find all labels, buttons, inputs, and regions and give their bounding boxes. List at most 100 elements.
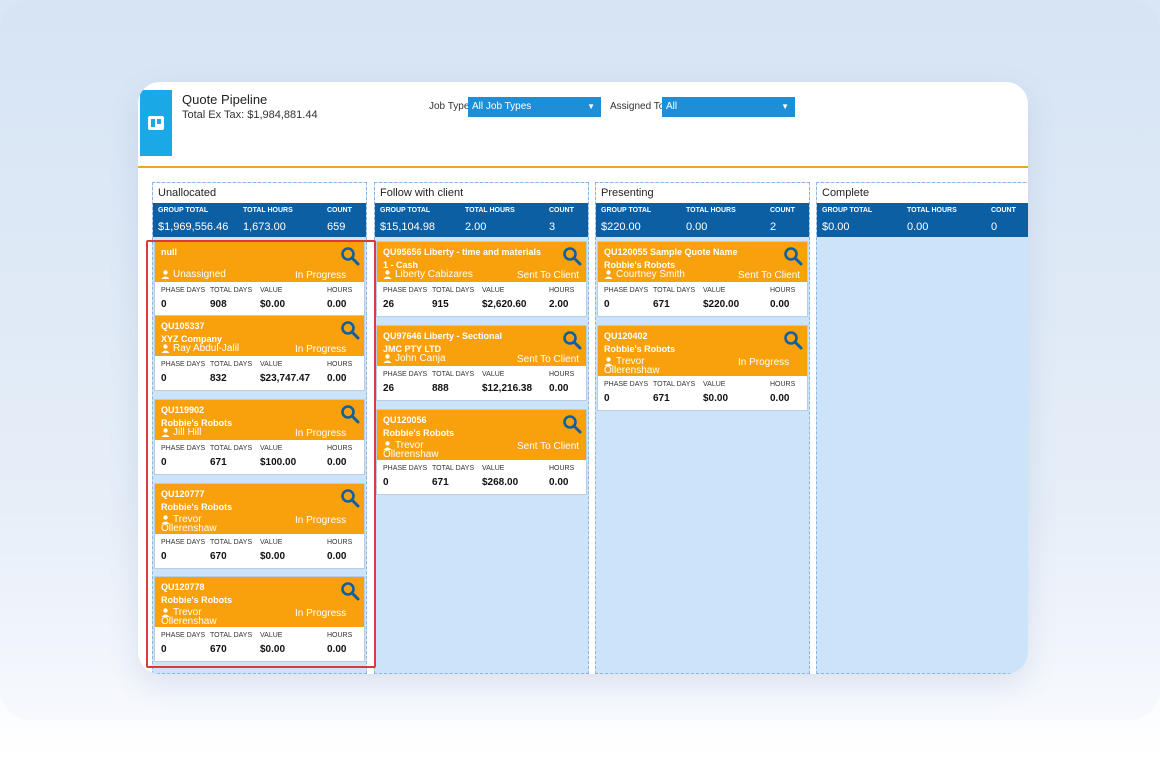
value-label: VALUE bbox=[703, 381, 726, 388]
quote-card[interactable]: QU97646 Liberty - Sectional JMC PTY LTD Jo… bbox=[376, 325, 587, 401]
hours-label: HOURS bbox=[549, 371, 575, 378]
card-header: QU120056 Robbie's Robots Trevor Ollerenshaw… bbox=[377, 410, 586, 460]
hours-label: HOURS bbox=[549, 287, 575, 294]
quote-title: QU120402 bbox=[604, 331, 648, 341]
hours-label: HOURS bbox=[549, 465, 575, 472]
total-hours-value: 2.00 bbox=[465, 221, 487, 233]
job-type-select[interactable]: All Job Types ▼ bbox=[468, 97, 601, 117]
job-type-label: Job Type bbox=[429, 101, 470, 112]
phase-days-label: PHASE DAYS bbox=[383, 287, 428, 294]
count-value: 0 bbox=[991, 221, 998, 233]
column-title: Follow with client bbox=[375, 183, 588, 203]
value-value: $2,620.60 bbox=[482, 299, 527, 310]
value-label: VALUE bbox=[482, 371, 505, 378]
assigned-to-select[interactable]: All ▼ bbox=[662, 97, 795, 117]
card-header: QU120055 Sample Quote Name Robbie's Robot… bbox=[598, 242, 807, 282]
assignee-name: John Canja bbox=[395, 353, 446, 364]
assignee-surname: Ollerenshaw bbox=[604, 365, 660, 376]
group-total-label: GROUP TOTAL bbox=[601, 207, 652, 214]
total-days-value: 671 bbox=[653, 393, 670, 404]
magnifier-icon[interactable] bbox=[562, 246, 582, 266]
magnifier-icon[interactable] bbox=[562, 330, 582, 350]
hours-value: 0.00 bbox=[770, 393, 790, 404]
card-metrics: PHASE DAYS 0 TOTAL DAYS 671 VALUE $268.00 HOUR… bbox=[377, 460, 586, 494]
column-stats: GROUP TOTAL TOTAL HOURS COUNT $0.00 0.00 0 bbox=[817, 203, 1028, 237]
phase-days-value: 0 bbox=[604, 393, 610, 404]
value-label: VALUE bbox=[703, 287, 726, 294]
phase-days-label: PHASE DAYS bbox=[604, 287, 649, 294]
total-hours-label: TOTAL HOURS bbox=[907, 207, 957, 214]
assignee: Courtney Smith bbox=[604, 269, 685, 280]
magnifier-icon[interactable] bbox=[562, 414, 582, 434]
group-total-value: $1,969,556.46 bbox=[158, 221, 229, 233]
count-label: COUNT bbox=[770, 207, 795, 214]
total-days-value: 671 bbox=[653, 299, 670, 310]
hours-label: HOURS bbox=[770, 381, 796, 388]
person-icon bbox=[383, 354, 392, 363]
card-metrics: PHASE DAYS 0 TOTAL DAYS 671 VALUE $220.00 HOUR… bbox=[598, 282, 807, 316]
count-value: 2 bbox=[770, 221, 777, 233]
hours-value: 2.00 bbox=[549, 299, 569, 310]
quote-title: QU95656 Liberty - time and materials bbox=[383, 247, 542, 257]
assignee-name: Courtney Smith bbox=[616, 269, 685, 280]
hours-value: 0.00 bbox=[770, 299, 790, 310]
total-days-label: TOTAL DAYS bbox=[432, 371, 475, 378]
phase-days-value: 26 bbox=[383, 299, 395, 310]
total-days-value: 915 bbox=[432, 299, 449, 310]
group-total-label: GROUP TOTAL bbox=[822, 207, 873, 214]
assignee: Liberty Cabizares bbox=[383, 270, 473, 280]
phase-days-value: 26 bbox=[383, 383, 395, 394]
count-label: COUNT bbox=[327, 207, 352, 214]
app-logo bbox=[140, 90, 172, 156]
job-type-value: All Job Types bbox=[472, 101, 532, 112]
assigned-to-value: All bbox=[666, 101, 678, 112]
card-header: QU95656 Liberty - time and materials 1 - … bbox=[377, 242, 586, 282]
total-days-label: TOTAL DAYS bbox=[653, 287, 696, 294]
column-stats: GROUP TOTAL TOTAL HOURS COUNT $220.00 0.00 2 bbox=[596, 203, 809, 237]
magnifier-icon[interactable] bbox=[783, 246, 803, 266]
assignee: Trevor Ollerenshaw bbox=[604, 357, 660, 376]
total-hours-label: TOTAL HOURS bbox=[243, 207, 293, 214]
status-text: Sent To Client bbox=[517, 441, 580, 452]
header-divider bbox=[138, 166, 1028, 168]
total-hours-value: 0.00 bbox=[686, 221, 708, 233]
value-label: VALUE bbox=[482, 465, 505, 472]
column-complete: Complete GROUP TOTAL TOTAL HOURS COUNT $0.00… bbox=[816, 182, 1028, 674]
total-days-value: 671 bbox=[432, 477, 449, 488]
count-label: COUNT bbox=[549, 207, 574, 214]
hours-value: 0.00 bbox=[549, 383, 569, 394]
card-header: QU120402 Robbie's Robots Trevor Ollerenshaw… bbox=[598, 326, 807, 376]
group-total-value: $15,104.98 bbox=[380, 221, 436, 233]
group-total-label: GROUP TOTAL bbox=[158, 207, 209, 214]
group-total-label: GROUP TOTAL bbox=[380, 207, 431, 214]
group-total-value: $220.00 bbox=[601, 221, 641, 233]
status-text: Sent To Client bbox=[517, 270, 580, 281]
count-value: 3 bbox=[549, 221, 556, 233]
total-hours-value: 0.00 bbox=[907, 221, 929, 233]
column-presenting: Presenting GROUP TOTAL TOTAL HOURS COUNT $22… bbox=[595, 182, 810, 674]
status-text: Sent To Client bbox=[517, 354, 580, 365]
quote-card[interactable]: QU120055 Sample Quote Name Robbie's Robot… bbox=[597, 241, 808, 317]
quote-title: QU97646 Liberty - Sectional bbox=[383, 331, 503, 341]
client-name: Robbie's Robots bbox=[383, 428, 455, 438]
total-days-label: TOTAL DAYS bbox=[432, 465, 475, 472]
caret-down-icon: ▼ bbox=[781, 102, 789, 111]
card-metrics: PHASE DAYS 26 TOTAL DAYS 915 VALUE $2,620.60 H… bbox=[377, 282, 586, 316]
person-icon bbox=[604, 270, 613, 279]
page-title: Quote Pipeline bbox=[182, 92, 268, 107]
magnifier-icon[interactable] bbox=[783, 330, 803, 350]
caret-down-icon: ▼ bbox=[587, 102, 595, 111]
total-days-value: 888 bbox=[432, 383, 449, 394]
quote-card[interactable]: QU120402 Robbie's Robots Trevor Ollerenshaw… bbox=[597, 325, 808, 411]
phase-days-label: PHASE DAYS bbox=[383, 371, 428, 378]
phase-days-value: 0 bbox=[383, 477, 389, 488]
card-metrics: PHASE DAYS 0 TOTAL DAYS 671 VALUE $0.00 HOURS 0… bbox=[598, 376, 807, 410]
assigned-to-label: Assigned To bbox=[610, 101, 665, 112]
value-value: $0.00 bbox=[703, 393, 729, 404]
total-days-label: TOTAL DAYS bbox=[432, 287, 475, 294]
quote-card[interactable]: QU95656 Liberty - time and materials 1 - … bbox=[376, 241, 587, 317]
group-total-value: $0.00 bbox=[822, 221, 850, 233]
client-name: Robbie's Robots bbox=[604, 344, 676, 354]
count-label: COUNT bbox=[991, 207, 1016, 214]
quote-card[interactable]: QU120056 Robbie's Robots Trevor Ollerenshaw… bbox=[376, 409, 587, 495]
